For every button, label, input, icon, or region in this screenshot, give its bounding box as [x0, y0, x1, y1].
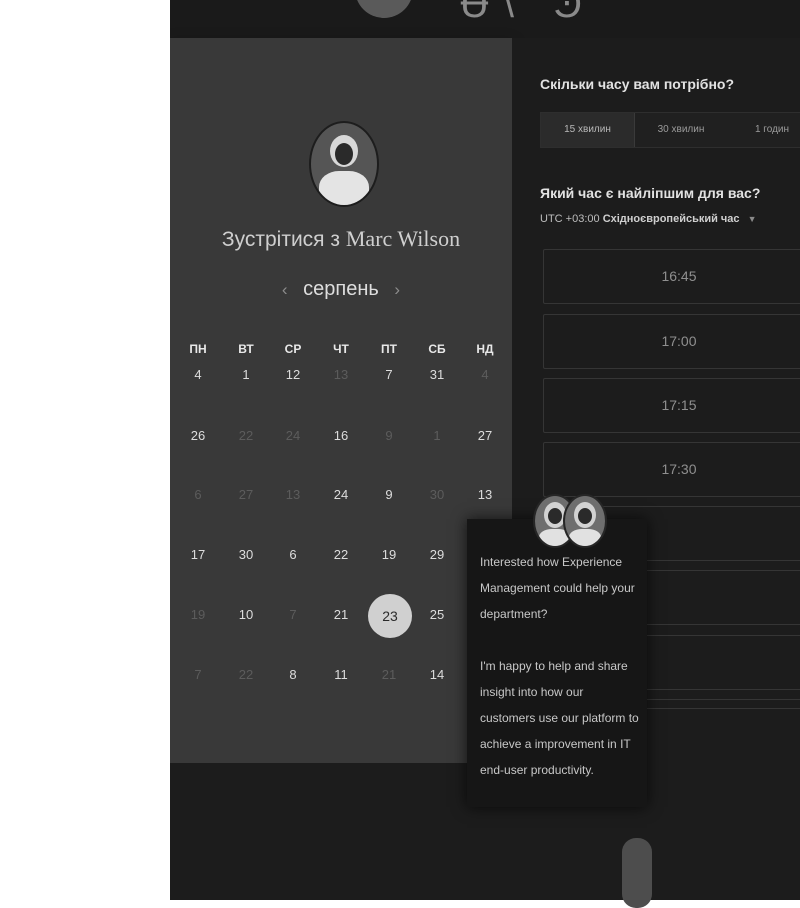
calendar-day[interactable]: 30	[222, 547, 270, 562]
month-label: серпень	[303, 278, 379, 300]
duration-heading: Скільки часу вам потрібно?	[540, 76, 735, 92]
calendar-day[interactable]: 13	[461, 487, 509, 502]
calendar-day: 27	[238, 487, 254, 502]
time-slot[interactable]: 17:15	[543, 378, 800, 433]
calendar-day: 7	[289, 607, 297, 622]
calendar-day: 9	[385, 428, 393, 443]
week-row: 19 10 7 21 25 23	[173, 607, 513, 627]
calendar-day[interactable]: 14	[413, 667, 461, 682]
time-slot[interactable]: 16:45	[543, 249, 800, 304]
calendar-day: 7	[194, 667, 202, 682]
weekday-mon: ПН	[189, 342, 207, 356]
duration-selector: 15 хвилин 30 хвилин 1 годин	[540, 112, 800, 148]
brand-logo-icon	[355, 0, 413, 18]
time-heading: Який час є найліпшим для вас?	[540, 185, 761, 201]
brand-logo-text: Ʉ\ Ͽ	[460, 0, 596, 26]
agent-avatar-icon	[563, 494, 607, 548]
weekday-tue: ВТ	[238, 342, 254, 356]
host-avatar	[309, 121, 379, 207]
calendar-day: 6	[194, 487, 202, 502]
calendar-day[interactable]: 7	[365, 367, 413, 382]
week-row: 17 30 6 22 19 29 15	[173, 547, 513, 567]
chat-launcher-icon[interactable]	[622, 838, 652, 908]
time-slot[interactable]: 17:30	[543, 442, 800, 497]
calendar-day: 1	[433, 428, 441, 443]
calendar-day[interactable]: 17	[174, 547, 222, 562]
chevron-down-icon: ▼	[747, 214, 757, 224]
weekday-thu: ЧТ	[333, 342, 349, 356]
calendar-day[interactable]: 4	[174, 367, 222, 382]
week-row: 6 27 13 24 9 30 13	[173, 487, 513, 507]
weekday-wed: СР	[284, 342, 302, 356]
calendar-day[interactable]: 27	[461, 428, 509, 443]
duration-60-button[interactable]: 1 годин	[728, 113, 800, 147]
calendar-day[interactable]: 25	[413, 607, 461, 622]
duration-30-button[interactable]: 30 хвилин	[635, 113, 727, 147]
calendar-day[interactable]: 21	[317, 607, 365, 622]
chat-popup[interactable]: Interested how Experience Management cou…	[467, 494, 647, 807]
week-row: 7 22 8 11 21 14 25	[173, 667, 513, 687]
duration-15-button[interactable]: 15 хвилин	[541, 113, 635, 147]
meet-prefix: Зустрітися з	[221, 228, 341, 251]
calendar-day[interactable]: 29	[413, 547, 461, 562]
calendar-panel: Зустрітися з Marc Wilson ‹ серпень › ПН …	[170, 38, 512, 763]
weekday-header: ПН ВТ СР ЧТ ПТ СБ НД	[173, 342, 513, 362]
timezone-select[interactable]: UTC +03:00 Східноєвропейський час ▼	[540, 213, 757, 225]
calendar-day: 22	[238, 667, 254, 682]
calendar-day: 4	[481, 367, 489, 382]
timezone-offset: UTC +03:00	[540, 213, 600, 225]
calendar-day[interactable]: 9	[365, 487, 413, 502]
calendar-day: 22	[238, 428, 254, 443]
calendar-day[interactable]: 22	[317, 547, 365, 562]
chat-message: Interested how Experience Management cou…	[480, 555, 639, 777]
week-row: 26 22 24 16 9 1 27	[173, 428, 513, 448]
prev-month-icon[interactable]: ‹	[272, 280, 298, 299]
calendar-day: 24	[285, 428, 301, 443]
calendar-day[interactable]: 10	[222, 607, 270, 622]
calendar-day[interactable]: 16	[317, 428, 365, 443]
meeting-title: Зустрітися з Marc Wilson	[170, 226, 512, 252]
calendar-day[interactable]: 12	[269, 367, 317, 382]
calendar-day[interactable]: 8	[269, 667, 317, 682]
month-navigator: ‹ серпень ›	[170, 278, 512, 301]
next-month-icon[interactable]: ›	[384, 280, 410, 299]
calendar-day: 30	[429, 487, 445, 502]
calendar-day: 21	[381, 667, 397, 682]
calendar-day[interactable]: 6	[269, 547, 317, 562]
calendar-day: 19	[190, 607, 206, 622]
selected-day[interactable]: 23	[368, 594, 412, 638]
calendar-day[interactable]: 24	[317, 487, 365, 502]
timezone-name: Східноєвропейський час	[602, 213, 740, 225]
calendar-day[interactable]: 31	[413, 367, 461, 382]
top-bar: Ʉ\ Ͽ	[170, 0, 800, 38]
calendar-day: 13	[285, 487, 301, 502]
week-row: 4 1 12 13 7 31 4	[173, 367, 513, 387]
calendar-day: 13	[333, 367, 349, 382]
weekday-sun: НД	[476, 342, 494, 356]
time-slot[interactable]: 17:00	[543, 314, 800, 369]
calendar-day[interactable]: 11	[317, 667, 365, 682]
weekday-fri: ПТ	[381, 342, 397, 356]
calendar-day[interactable]: 26	[174, 428, 222, 443]
calendar-day[interactable]: 1	[222, 367, 270, 382]
calendar-day[interactable]: 19	[365, 547, 413, 562]
host-name: Marc Wilson	[345, 226, 461, 251]
weekday-sat: СБ	[428, 342, 446, 356]
